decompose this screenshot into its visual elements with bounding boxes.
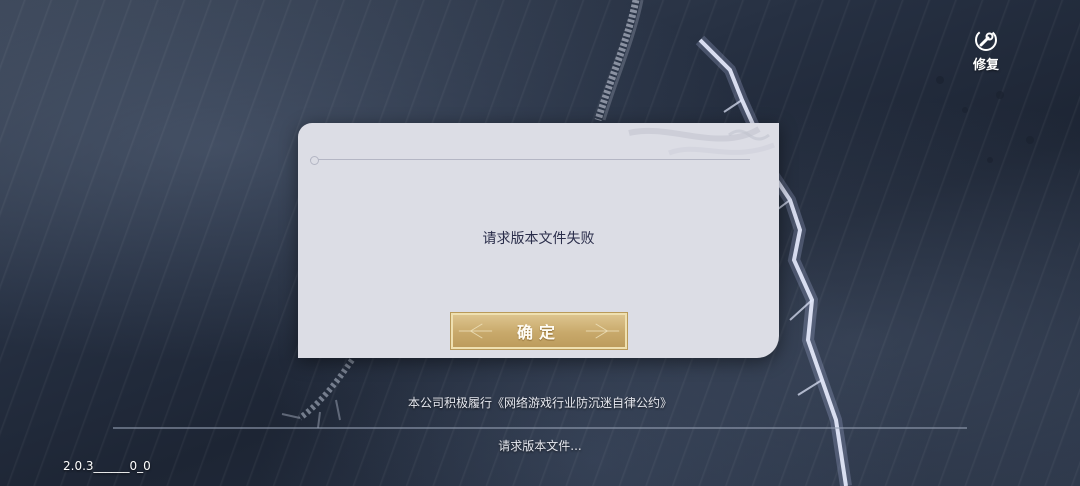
repair-button[interactable]: 修复 [966,28,1006,74]
confirm-button[interactable]: 确定 [450,312,628,350]
dialog-message: 请求版本文件失败 [482,231,595,247]
wrench-repair-icon [974,28,998,52]
loading-status-text: 请求版本文件... [498,439,582,453]
dialog-divider-knot [310,156,319,165]
dialog-divider [310,159,750,160]
dialog-cloud-ornament [628,126,775,156]
confirm-button-label: 确定 [516,323,561,342]
game-launcher-screen: 修复 请求版本文件失败 确定 本公司积极履行《网络游戏行业防沉迷自律公约》 请求… [0,0,1080,486]
repair-label: 修复 [972,58,999,73]
error-dialog: 请求版本文件失败 确定 [298,123,779,358]
anti-addiction-notice: 本公司积极履行《网络游戏行业防沉迷自律公约》 [407,396,672,410]
version-label: 2.0.3______0_0 [63,459,151,473]
loading-progress-bar [113,427,967,429]
